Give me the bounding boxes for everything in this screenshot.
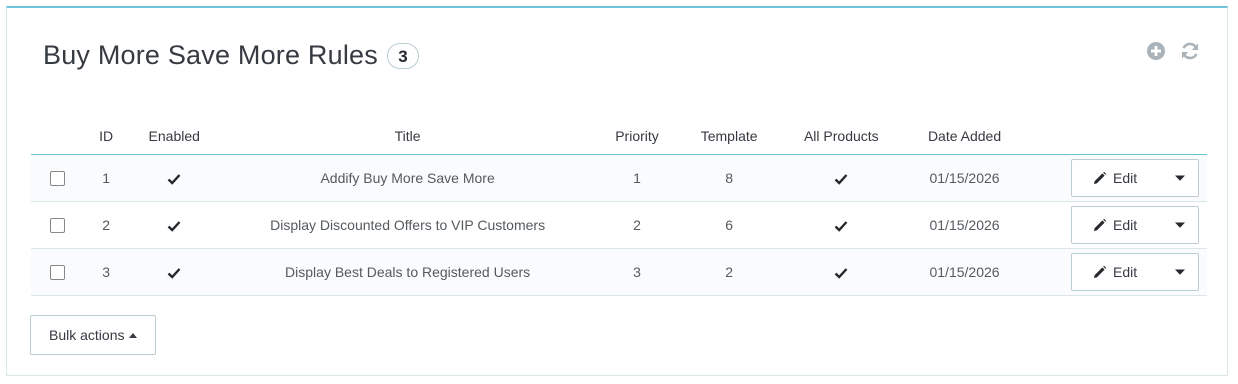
header-select: [31, 118, 84, 155]
panel-heading: Buy More Save More Rules 3: [43, 40, 419, 71]
edit-button[interactable]: Edit: [1072, 160, 1162, 196]
header-actions: [1026, 118, 1207, 155]
row-action-group: Edit: [1071, 159, 1199, 197]
add-new-button[interactable]: [1145, 40, 1167, 62]
cell-date-added: 01/15/2026: [902, 154, 1027, 202]
row-checkbox[interactable]: [49, 265, 65, 281]
pencil-icon: [1094, 218, 1107, 231]
cell-priority: 1: [595, 154, 679, 202]
table-row[interactable]: 3 Display Best Deals to Registered Users…: [31, 248, 1207, 296]
caret-down-icon: [1175, 269, 1185, 275]
cell-id: 2: [83, 201, 130, 249]
header-date-added[interactable]: Date Added: [902, 118, 1027, 155]
cell-priority: 2: [595, 201, 679, 249]
edit-label: Edit: [1113, 217, 1138, 233]
caret-down-icon: [1175, 222, 1185, 228]
page-title: Buy More Save More Rules: [43, 40, 378, 70]
refresh-button[interactable]: [1179, 40, 1201, 62]
bulk-actions-button[interactable]: Bulk actions: [30, 315, 157, 355]
edit-label: Edit: [1113, 264, 1138, 280]
pencil-icon: [1094, 171, 1107, 184]
refresh-icon: [1182, 42, 1198, 60]
cell-priority: 3: [595, 248, 679, 296]
pencil-icon: [1094, 265, 1107, 278]
cell-template: 8: [678, 154, 781, 202]
check-icon: [167, 174, 181, 186]
panel-toolbar: [1145, 40, 1201, 62]
cell-date-added: 01/15/2026: [902, 201, 1027, 249]
edit-button[interactable]: Edit: [1072, 207, 1162, 243]
check-icon: [167, 268, 181, 280]
row-actions-dropdown[interactable]: [1162, 207, 1198, 243]
check-icon: [167, 221, 181, 233]
cell-template: 6: [678, 201, 781, 249]
row-checkbox[interactable]: [49, 171, 65, 187]
header-template[interactable]: Template: [678, 118, 781, 155]
cell-title: Display Best Deals to Registered Users: [219, 248, 596, 296]
cell-id: 1: [83, 154, 130, 202]
cell-title: Addify Buy More Save More: [219, 154, 596, 202]
cell-template: 2: [678, 248, 781, 296]
row-actions-dropdown[interactable]: [1162, 254, 1198, 290]
caret-down-icon: [1175, 175, 1185, 181]
bulk-actions-label: Bulk actions: [49, 327, 125, 343]
check-icon: [834, 221, 848, 233]
header-all-products[interactable]: All Products: [780, 118, 903, 155]
cell-id: 3: [83, 248, 130, 296]
header-priority[interactable]: Priority: [595, 118, 679, 155]
header-enabled[interactable]: Enabled: [129, 118, 220, 155]
cell-title: Display Discounted Offers to VIP Custome…: [219, 201, 596, 249]
header-id[interactable]: ID: [83, 118, 130, 155]
header-title[interactable]: Title: [219, 118, 596, 155]
edit-button[interactable]: Edit: [1072, 254, 1162, 290]
plus-circle-icon: [1147, 42, 1165, 60]
row-checkbox[interactable]: [49, 218, 65, 234]
check-icon: [834, 268, 848, 280]
table-row[interactable]: 2 Display Discounted Offers to VIP Custo…: [31, 201, 1207, 249]
rules-table: ID Enabled Title Priority Template All P…: [31, 118, 1207, 296]
check-icon: [834, 174, 848, 186]
cell-date-added: 01/15/2026: [902, 248, 1027, 296]
edit-label: Edit: [1113, 170, 1138, 186]
count-badge: 3: [386, 42, 419, 69]
table-row[interactable]: 1 Addify Buy More Save More 1 8 01/15/20…: [31, 154, 1207, 202]
rules-panel: Buy More Save More Rules 3 ID Enabled Ti…: [6, 6, 1228, 376]
caret-up-icon: [129, 332, 138, 338]
row-actions-dropdown[interactable]: [1162, 160, 1198, 196]
row-action-group: Edit: [1071, 206, 1199, 244]
row-action-group: Edit: [1071, 253, 1199, 291]
table-header-row: ID Enabled Title Priority Template All P…: [31, 118, 1207, 155]
